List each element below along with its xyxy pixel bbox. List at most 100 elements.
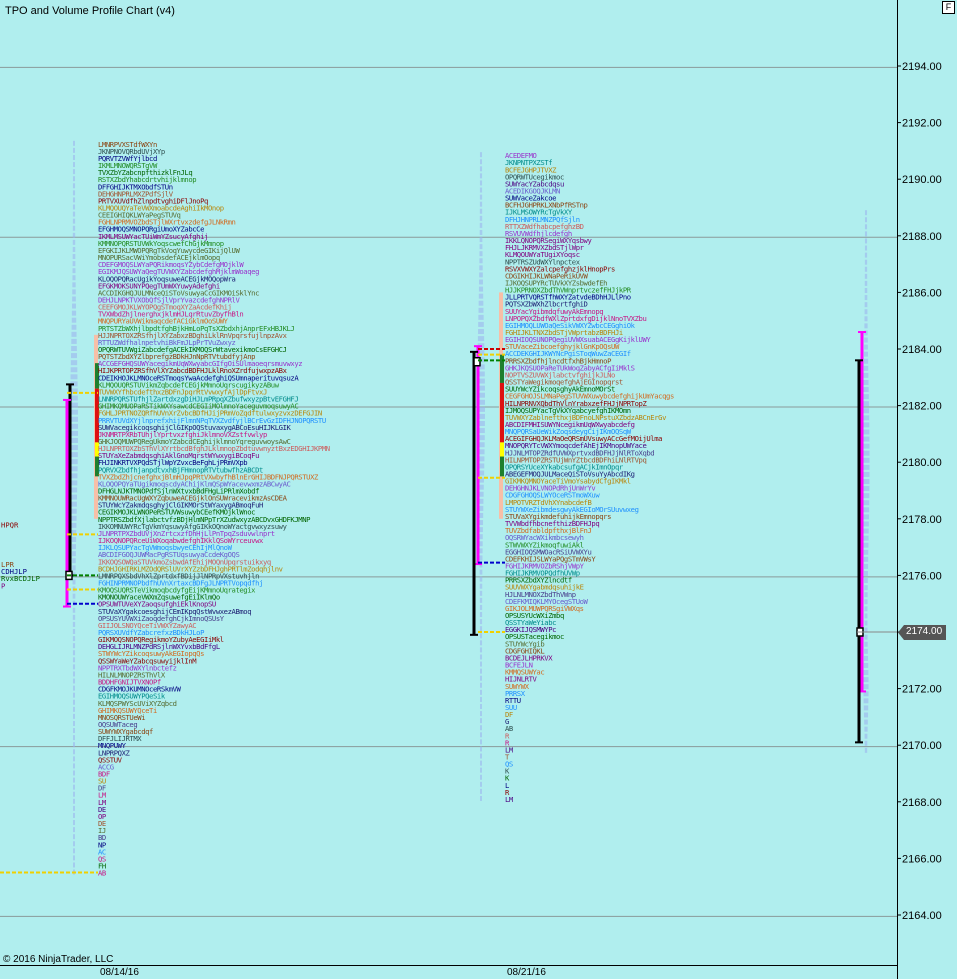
volume-bar [73,855,75,861]
volume-bar [864,337,868,343]
volume-bar [479,159,483,165]
volume-bar [71,346,77,351]
volume-bar [72,805,76,811]
date-label-1: 08/14/16 [100,967,139,978]
volume-bar [862,443,870,449]
volume-bar [72,607,76,613]
volume-bar [72,614,76,620]
volume-bar [71,317,77,323]
volume-bar [479,251,483,257]
y-tick-label: 2180.00 [902,457,942,469]
volume-bar [479,718,483,724]
volume-bar [864,273,868,279]
volume-bar [478,286,484,292]
tpo-row: LM [505,795,514,804]
volume-bar [862,500,870,506]
volume-bar [72,643,76,649]
volume-bar [72,706,76,712]
volume-bar [863,662,869,668]
volume-bar [864,302,868,308]
volume-bar [864,287,868,293]
volume-bar [479,668,483,674]
volume-bar [72,636,76,642]
volume-bar [72,544,76,550]
volume-bar [863,358,869,364]
volume-bar [864,613,868,619]
chart-plot-area[interactable]: LMNRPVXSTdfWXYn JKNPNOVQRbdUVjXYp PQRVTZVW… [0,0,897,965]
volume-bar [72,268,76,274]
initial-balance-bar [500,456,504,477]
volume-bar [479,597,483,603]
volume-bar [479,682,483,688]
volume-bar [72,770,76,776]
last-price-label: 2174.00 [906,626,943,637]
volume-bar [864,570,868,576]
volume-bar [864,295,868,301]
volume-bar [864,634,868,640]
chart-title: TPO and Volume Profile Chart (v4) [5,5,175,17]
volume-bar [864,585,868,591]
volume-bar [479,732,483,738]
volume-bar [479,272,483,278]
volume-bar [863,401,869,407]
volume-bar [72,551,76,557]
volume-bar [72,834,76,840]
volume-bar [862,457,870,463]
volume-bar [72,798,76,804]
volume-bar [479,633,483,639]
volume-bar [863,655,869,661]
volume-bar [478,329,484,335]
volume-bar [72,140,76,146]
volume-bar [864,599,868,605]
volume-bar [479,541,483,547]
volume-bar [479,152,483,158]
y-tick-label: 2192.00 [902,118,942,130]
volume-bar [71,331,77,337]
volume-bar [72,289,76,295]
volume-bar [72,742,76,748]
volume-bar [479,201,483,207]
volume-bar [72,282,76,288]
volume-bar [72,183,76,189]
volume-bar [479,237,483,243]
price-axis[interactable]: 2194.00 2192.00 2190.00 2188.00 2186.00 2184.… [897,0,957,965]
volume-bar [478,520,484,526]
volume-bar [479,534,483,540]
volume-bar [72,296,76,302]
volume-bar [864,238,868,244]
volume-bar [70,374,78,380]
volume-bar [863,705,869,711]
volume-bar [72,211,76,217]
volume-bar [72,735,76,741]
volume-bar [863,542,869,548]
volume-bar [479,265,483,271]
volume-bar [72,777,76,783]
volume-bar [863,379,869,385]
volume-bar [863,684,869,690]
volume-bar [479,555,483,561]
initial-balance-bar [500,442,504,457]
volume-bar [479,781,483,787]
volume-bar [71,537,77,543]
volume-bar [72,162,76,168]
volume-bar [863,677,869,683]
time-axis-line [0,965,897,966]
volume-bar [862,422,870,428]
volume-bar [72,763,76,769]
volume-bar [479,675,483,681]
volume-bar [71,338,77,344]
volume-bar [72,558,76,564]
volume-bar [862,493,870,499]
volume-bar [72,232,76,238]
volume-bar [72,246,76,252]
volume-bar [479,604,483,610]
volume-bar [864,217,868,223]
volume-bar [478,314,484,320]
volume-bar [72,579,76,585]
volume-bar [72,692,76,698]
y-tick-label: 2182.00 [902,401,942,413]
volume-bar [479,208,483,214]
volume-bar [864,266,868,272]
volume-bar [479,626,483,632]
volume-bar [72,154,76,160]
